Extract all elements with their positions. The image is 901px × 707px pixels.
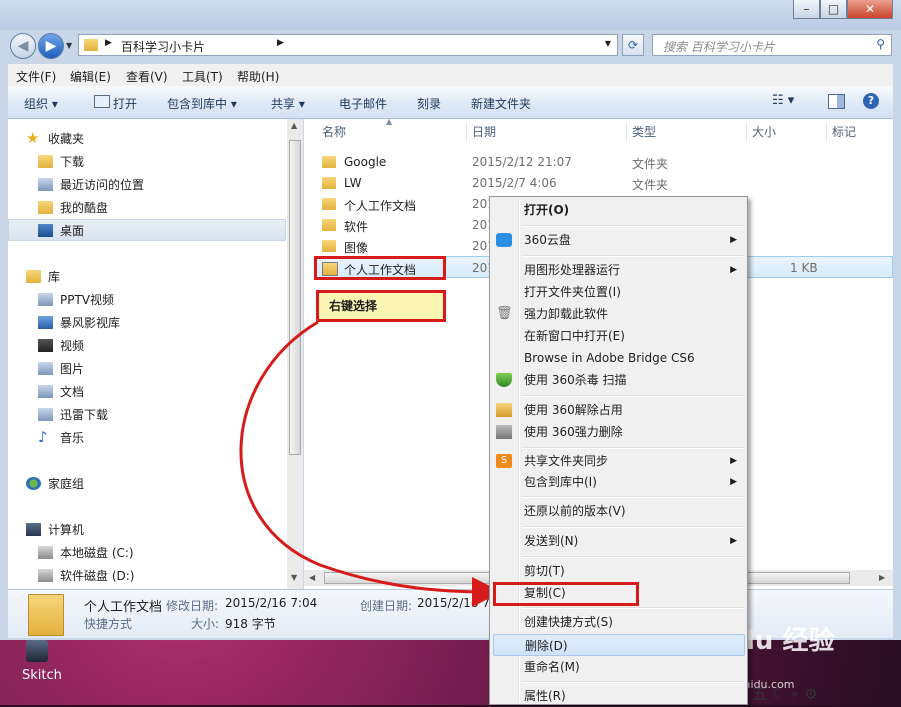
- ctx-delete[interactable]: 删除(D): [493, 634, 745, 656]
- annotation-arrow: [239, 320, 502, 607]
- submenu-arrow-icon: ▶: [730, 265, 737, 275]
- menu-separator: [522, 447, 744, 449]
- ctx-360-scan[interactable]: 使用 360杀毒 扫描: [490, 369, 747, 391]
- ctx-360-unlock[interactable]: 使用 360解除占用: [490, 399, 747, 421]
- menu-separator: [522, 255, 744, 257]
- submenu-arrow-icon: ▶: [730, 477, 737, 487]
- menu-separator: [522, 395, 744, 397]
- sync-icon: S: [496, 454, 512, 468]
- submenu-arrow-icon: ▶: [730, 536, 737, 546]
- menu-separator: [522, 607, 744, 609]
- ctx-cut[interactable]: 剪切(T): [490, 560, 747, 582]
- ctx-force-uninstall[interactable]: 🗑 强力卸载此软件: [490, 303, 747, 325]
- ctx-360-force-delete[interactable]: 使用 360强力删除: [490, 421, 747, 443]
- shredder-icon: [496, 425, 512, 439]
- ctx-restore-versions[interactable]: 还原以前的版本(V): [490, 500, 747, 522]
- trash-icon: 🗑: [496, 306, 513, 321]
- cloud-icon: [496, 233, 512, 247]
- menu-separator: [522, 556, 744, 558]
- submenu-arrow-icon: ▶: [730, 235, 737, 245]
- context-menu: 打开(O) 360云盘 ▶ 用图形处理器运行 ▶ 打开文件夹位置(I) 🗑 强力卸载…: [489, 196, 748, 705]
- ctx-properties[interactable]: 属性(R): [490, 685, 747, 707]
- ctx-include-library[interactable]: 包含到库中(I) ▶: [490, 471, 747, 493]
- menu-separator: [522, 225, 744, 227]
- annotation-highlight-copy: [493, 582, 639, 606]
- ctx-open[interactable]: 打开(O): [490, 199, 747, 221]
- ctx-open-location[interactable]: 打开文件夹位置(I): [490, 281, 747, 303]
- shield-icon: [496, 373, 512, 387]
- menu-separator: [522, 526, 744, 528]
- ctx-adobe-bridge[interactable]: Browse in Adobe Bridge CS6: [490, 347, 747, 369]
- menu-separator: [522, 681, 744, 683]
- menu-separator: [522, 496, 744, 498]
- submenu-arrow-icon: ▶: [730, 456, 737, 466]
- ctx-gpu-run[interactable]: 用图形处理器运行 ▶: [490, 259, 747, 281]
- ctx-open-new-window[interactable]: 在新窗口中打开(E): [490, 325, 747, 347]
- ctx-rename[interactable]: 重命名(M): [490, 656, 747, 678]
- ctx-share-sync[interactable]: S 共享文件夹同步 ▶: [490, 450, 747, 472]
- ctx-send-to[interactable]: 发送到(N) ▶: [490, 530, 747, 552]
- unlock-icon: [496, 403, 512, 417]
- ctx-create-shortcut[interactable]: 创建快捷方式(S): [490, 611, 747, 633]
- ctx-360-cloud[interactable]: 360云盘 ▶: [490, 229, 747, 251]
